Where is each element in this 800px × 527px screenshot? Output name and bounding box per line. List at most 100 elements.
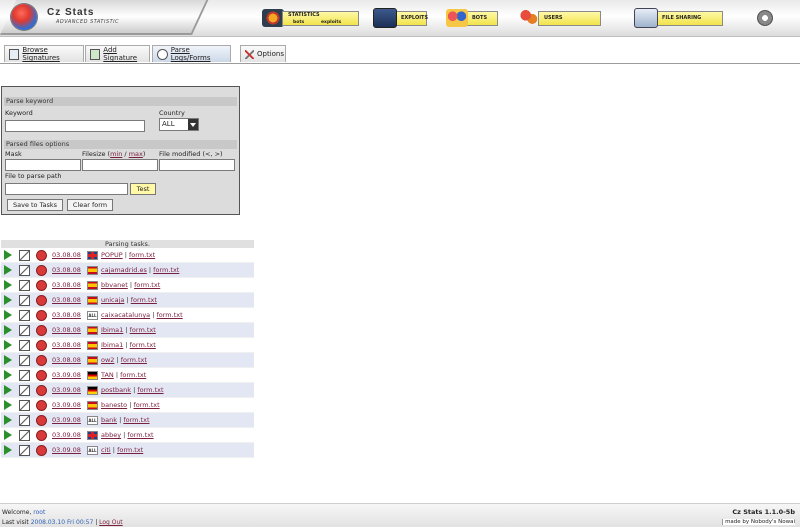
task-file-link[interactable]: form.txt: [156, 311, 182, 319]
delete-icon[interactable]: [36, 355, 47, 366]
task-file-link[interactable]: form.txt: [127, 431, 153, 439]
task-name-link[interactable]: bank: [101, 416, 117, 424]
task-date-link[interactable]: 03.08.08: [52, 341, 81, 349]
path-input[interactable]: [5, 183, 128, 195]
play-icon[interactable]: [4, 415, 12, 425]
country-select[interactable]: ALL: [159, 118, 199, 131]
task-name-link[interactable]: postbank: [101, 386, 131, 394]
task-file-link[interactable]: form.txt: [123, 416, 149, 424]
tab-browse-signatures[interactable]: Browse Signatures: [4, 45, 84, 62]
nav-bots[interactable]: BOTS: [446, 9, 498, 27]
play-icon[interactable]: [4, 370, 12, 380]
task-name-link[interactable]: Ibima1: [101, 326, 123, 334]
nav-exploits[interactable]: EXPLOITS: [373, 8, 428, 28]
delete-icon[interactable]: [36, 310, 47, 321]
task-name-link[interactable]: banesto: [101, 401, 127, 409]
task-date-link[interactable]: 03.08.08: [52, 326, 81, 334]
task-date-link[interactable]: 03.08.08: [52, 356, 81, 364]
edit-icon[interactable]: [19, 295, 30, 306]
edit-icon[interactable]: [19, 325, 30, 336]
task-name-link[interactable]: abbey: [101, 431, 121, 439]
test-button[interactable]: Test: [130, 183, 156, 195]
task-date-link[interactable]: 03.09.08: [52, 386, 81, 394]
edit-icon[interactable]: [19, 385, 30, 396]
nav-statistics-bots[interactable]: bots: [293, 16, 304, 29]
edit-icon[interactable]: [19, 355, 30, 366]
task-date-link[interactable]: 03.08.08: [52, 296, 81, 304]
task-file-link[interactable]: form.txt: [137, 386, 163, 394]
mask-input[interactable]: [5, 159, 81, 171]
task-name-link[interactable]: TAN: [101, 371, 114, 379]
task-name-link[interactable]: caixacatalunya: [101, 311, 150, 319]
play-icon[interactable]: [4, 340, 12, 350]
task-file-link[interactable]: form.txt: [153, 266, 179, 274]
delete-icon[interactable]: [36, 400, 47, 411]
play-icon[interactable]: [4, 250, 12, 260]
play-icon[interactable]: [4, 400, 12, 410]
delete-icon[interactable]: [36, 250, 47, 261]
filesize-min-link[interactable]: min: [110, 150, 122, 158]
tab-add-signature[interactable]: Add Signature: [85, 45, 150, 62]
task-file-link[interactable]: form.txt: [117, 446, 143, 454]
play-icon[interactable]: [4, 385, 12, 395]
edit-icon[interactable]: [19, 250, 30, 261]
task-file-link[interactable]: form.txt: [120, 371, 146, 379]
delete-icon[interactable]: [36, 445, 47, 456]
delete-icon[interactable]: [36, 415, 47, 426]
task-file-link[interactable]: form.txt: [133, 401, 159, 409]
play-icon[interactable]: [4, 355, 12, 365]
task-name-link[interactable]: unicaja: [101, 296, 124, 304]
delete-icon[interactable]: [36, 385, 47, 396]
delete-icon[interactable]: [36, 295, 47, 306]
task-name-link[interactable]: ow2: [101, 356, 114, 364]
task-file-link[interactable]: form.txt: [130, 341, 156, 349]
delete-icon[interactable]: [36, 325, 47, 336]
task-date-link[interactable]: 03.08.08: [52, 251, 81, 259]
delete-icon[interactable]: [36, 265, 47, 276]
edit-icon[interactable]: [19, 310, 30, 321]
task-file-link[interactable]: form.txt: [134, 281, 160, 289]
task-date-link[interactable]: 03.09.08: [52, 401, 81, 409]
nav-statistics-exploits[interactable]: exploits: [321, 16, 341, 29]
task-date-link[interactable]: 03.09.08: [52, 431, 81, 439]
edit-icon[interactable]: [19, 400, 30, 411]
task-name-link[interactable]: bbvanet: [101, 281, 128, 289]
keyword-input[interactable]: [5, 120, 145, 132]
task-name-link[interactable]: Ibima1: [101, 341, 123, 349]
modified-input[interactable]: [159, 159, 235, 171]
delete-icon[interactable]: [36, 370, 47, 381]
task-date-link[interactable]: 03.08.08: [52, 311, 81, 319]
task-file-link[interactable]: form.txt: [121, 356, 147, 364]
filesize-max-link[interactable]: max: [129, 150, 143, 158]
delete-icon[interactable]: [36, 280, 47, 291]
play-icon[interactable]: [4, 430, 12, 440]
edit-icon[interactable]: [19, 340, 30, 351]
edit-icon[interactable]: [19, 445, 30, 456]
task-date-link[interactable]: 03.08.08: [52, 281, 81, 289]
filesize-input[interactable]: [82, 159, 158, 171]
task-date-link[interactable]: 03.09.08: [52, 446, 81, 454]
delete-icon[interactable]: [36, 430, 47, 441]
play-icon[interactable]: [4, 445, 12, 455]
task-name-link[interactable]: cajamadrid.es: [101, 266, 147, 274]
task-file-link[interactable]: form.txt: [129, 251, 155, 259]
save-to-tasks-button[interactable]: Save to Tasks: [7, 199, 63, 211]
play-icon[interactable]: [4, 325, 12, 335]
play-icon[interactable]: [4, 310, 12, 320]
nav-users[interactable]: USERS: [518, 9, 601, 27]
task-file-link[interactable]: form.txt: [130, 326, 156, 334]
task-name-link[interactable]: POPUP: [101, 251, 123, 259]
logout-link[interactable]: Log Out: [99, 519, 123, 526]
nav-file-sharing[interactable]: FILE SHARING: [634, 8, 723, 28]
task-name-link[interactable]: citi: [101, 446, 111, 454]
task-date-link[interactable]: 03.09.08: [52, 416, 81, 424]
tab-options[interactable]: Options: [240, 45, 286, 62]
edit-icon[interactable]: [19, 370, 30, 381]
edit-icon[interactable]: [19, 280, 30, 291]
edit-icon[interactable]: [19, 415, 30, 426]
play-icon[interactable]: [4, 295, 12, 305]
play-icon[interactable]: [4, 265, 12, 275]
task-date-link[interactable]: 03.08.08: [52, 266, 81, 274]
nav-statistics[interactable]: STATISTICS bots exploits: [262, 9, 359, 27]
edit-icon[interactable]: [19, 265, 30, 276]
